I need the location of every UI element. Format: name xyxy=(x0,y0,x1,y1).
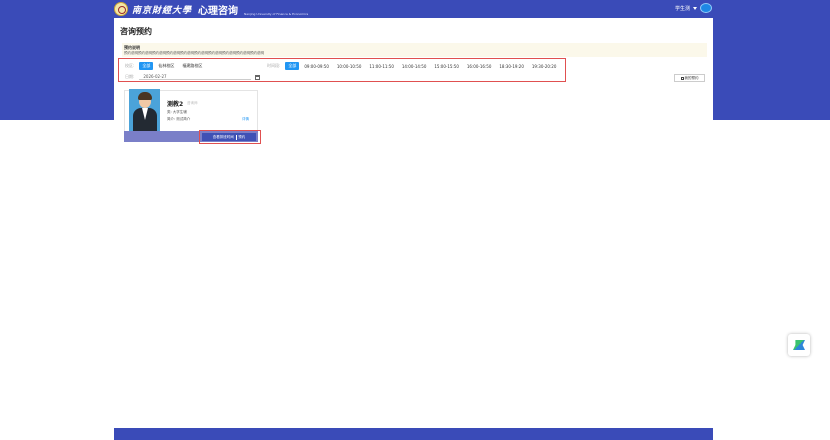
filter-panel: 校区: 全部 仙林校区 福建路校区 时间段: 全部 09:00-09:50 10… xyxy=(118,58,566,82)
counselor-title: 咨询师 xyxy=(187,101,198,105)
assistant-logo-icon xyxy=(793,340,805,350)
campus-option-xianlin[interactable]: 仙林校区 xyxy=(155,62,177,70)
time-option-2[interactable]: 10:00-10:50 xyxy=(334,63,365,70)
list-icon xyxy=(680,76,684,80)
my-appointments-button[interactable]: 我的预约 xyxy=(674,74,705,82)
campus-filter: 校区: 全部 仙林校区 福建路校区 xyxy=(125,62,205,70)
caret-down-icon[interactable] xyxy=(693,6,697,10)
notice-text: 预约说明预约说明预约说明预约说明预约说明预约说明预约说明预约说明预约说明预约说明 xyxy=(124,51,264,55)
counselor-field: 类: 大学生辅 xyxy=(167,110,187,114)
time-option-8[interactable]: 19:30-20:20 xyxy=(529,63,560,70)
book-button[interactable]: 预约 xyxy=(238,135,245,140)
footer-bar xyxy=(114,428,713,440)
campus-filter-label: 校区: xyxy=(125,63,135,68)
counselor-card: 测教2 咨询师 类: 大学生辅 简介: 测试简介 详情 xyxy=(124,89,258,134)
university-seal-icon xyxy=(114,2,128,16)
page-title: 咨询预约 xyxy=(120,27,152,36)
main-panel: 咨询预约 预约说明 预约说明预约说明预约说明预约说明预约说明预约说明预约说明预约… xyxy=(114,18,713,430)
user-name: 学生测 xyxy=(674,5,690,12)
user-menu[interactable]: 学生测 xyxy=(675,3,712,13)
campus-option-fujianlu[interactable]: 福建路校区 xyxy=(179,62,205,70)
time-option-5[interactable]: 15:00-15:50 xyxy=(431,63,462,70)
floating-widget[interactable] xyxy=(788,334,810,356)
counselor-action-bar: 查看排班时间 预约 xyxy=(202,133,256,141)
university-logo-text: 南京財經大學 xyxy=(132,5,193,16)
action-separator xyxy=(235,134,237,140)
time-option-3[interactable]: 11:00-11:50 xyxy=(366,63,397,70)
time-option-1[interactable]: 09:00-09:50 xyxy=(301,63,332,70)
time-option-all[interactable]: 全部 xyxy=(285,62,300,70)
app-header: 南京財經大學 Nanjing University of Finance & E… xyxy=(114,0,714,18)
time-option-6[interactable]: 16:00-16:50 xyxy=(464,63,495,70)
time-filter: 时间段: 全部 09:00-09:50 10:00-10:50 11:00-11… xyxy=(267,62,559,70)
counselor-detail-link[interactable]: 详情 xyxy=(242,117,249,122)
counselor-bio: 简介: 测试简介 xyxy=(167,117,191,121)
time-option-7[interactable]: 18:30-19:20 xyxy=(496,63,527,70)
date-filter-label: 日期: xyxy=(125,74,135,79)
my-appointments-label: 我的预约 xyxy=(684,75,699,80)
campus-option-all[interactable]: 全部 xyxy=(139,62,154,70)
date-input[interactable]: 2026-02-27 xyxy=(139,74,252,80)
time-filter-label: 时间段: xyxy=(267,63,281,68)
view-schedule-button[interactable]: 查看排班时间 xyxy=(213,135,234,140)
app-title: 心理咨询 xyxy=(198,5,239,17)
chat-avatar-icon[interactable] xyxy=(700,3,712,13)
time-option-4[interactable]: 14:00-14:50 xyxy=(399,63,430,70)
calendar-icon[interactable] xyxy=(255,74,261,80)
university-logo-subtitle: Nanjing University of Finance & Economic… xyxy=(244,12,309,16)
counselor-name: 测教2 xyxy=(167,101,184,108)
date-filter: 日期: 2026-02-27 xyxy=(125,74,261,80)
counselor-photo xyxy=(129,89,160,132)
